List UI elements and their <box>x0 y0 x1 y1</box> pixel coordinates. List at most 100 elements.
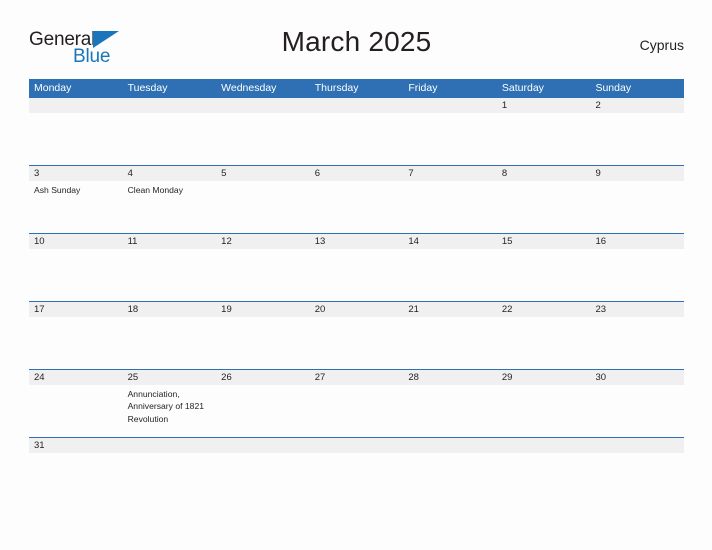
day-event[interactable] <box>29 317 123 369</box>
day-number[interactable]: 11 <box>123 234 217 249</box>
day-event-band <box>29 453 684 473</box>
day-number[interactable]: 24 <box>29 370 123 385</box>
day-event[interactable] <box>590 453 684 473</box>
day-event[interactable] <box>216 113 310 165</box>
day-event[interactable] <box>403 113 497 165</box>
day-event[interactable] <box>590 317 684 369</box>
day-event[interactable] <box>123 249 217 301</box>
day-event[interactable] <box>403 385 497 437</box>
day-number[interactable] <box>123 438 217 453</box>
day-event[interactable]: Annunciation, Anniversary of 1821 Revolu… <box>123 385 217 437</box>
day-event[interactable] <box>590 113 684 165</box>
day-number[interactable] <box>310 438 404 453</box>
day-number[interactable]: 19 <box>216 302 310 317</box>
day-event[interactable] <box>29 113 123 165</box>
day-number[interactable]: 14 <box>403 234 497 249</box>
day-number[interactable]: 25 <box>123 370 217 385</box>
day-event[interactable] <box>497 181 591 233</box>
day-number[interactable]: 12 <box>216 234 310 249</box>
day-event[interactable] <box>403 453 497 473</box>
day-event[interactable] <box>216 181 310 233</box>
day-event[interactable] <box>590 249 684 301</box>
day-event[interactable] <box>310 249 404 301</box>
day-event[interactable] <box>403 317 497 369</box>
weekday-header-thursday: Thursday <box>314 82 359 94</box>
day-event[interactable] <box>403 249 497 301</box>
day-event[interactable] <box>403 181 497 233</box>
day-event-band <box>29 113 684 165</box>
day-event[interactable] <box>310 317 404 369</box>
day-event[interactable] <box>497 453 591 473</box>
day-event[interactable] <box>123 113 217 165</box>
day-number[interactable] <box>403 98 497 113</box>
date-number-band: 10 11 12 13 14 15 16 <box>29 234 684 249</box>
day-number[interactable]: 6 <box>310 166 404 181</box>
day-number[interactable]: 27 <box>310 370 404 385</box>
day-event[interactable] <box>29 453 123 473</box>
day-number[interactable]: 26 <box>216 370 310 385</box>
day-number[interactable]: 17 <box>29 302 123 317</box>
weekday-header-friday: Friday <box>408 82 438 94</box>
day-event[interactable] <box>310 181 404 233</box>
day-number[interactable] <box>310 98 404 113</box>
day-number[interactable]: 4 <box>123 166 217 181</box>
day-number[interactable] <box>29 98 123 113</box>
day-number[interactable]: 7 <box>403 166 497 181</box>
day-number[interactable]: 18 <box>123 302 217 317</box>
day-event[interactable] <box>310 385 404 437</box>
weekday-header-saturday: Saturday <box>501 82 544 94</box>
day-number[interactable]: 13 <box>310 234 404 249</box>
day-number[interactable]: 30 <box>590 370 684 385</box>
day-number[interactable]: 1 <box>497 98 591 113</box>
day-number[interactable]: 9 <box>590 166 684 181</box>
day-number[interactable] <box>403 438 497 453</box>
day-number[interactable]: 31 <box>29 438 123 453</box>
day-event[interactable] <box>497 113 591 165</box>
day-event[interactable]: Clean Monday <box>123 181 217 233</box>
day-event[interactable] <box>216 453 310 473</box>
day-number[interactable]: 16 <box>590 234 684 249</box>
date-number-band: 1 2 <box>29 98 684 113</box>
day-event[interactable] <box>216 317 310 369</box>
day-event[interactable] <box>216 385 310 437</box>
day-event[interactable] <box>123 317 217 369</box>
day-number[interactable]: 21 <box>403 302 497 317</box>
day-number[interactable]: 10 <box>29 234 123 249</box>
day-number[interactable]: 15 <box>497 234 591 249</box>
day-number[interactable]: 22 <box>497 302 591 317</box>
day-number[interactable] <box>216 438 310 453</box>
page-title: March 2025 <box>281 26 432 57</box>
day-event-band <box>29 317 684 369</box>
day-event[interactable] <box>310 453 404 473</box>
day-number[interactable] <box>216 98 310 113</box>
day-event[interactable] <box>29 249 123 301</box>
day-event[interactable] <box>310 113 404 165</box>
day-number[interactable]: 2 <box>590 98 684 113</box>
day-number[interactable] <box>123 98 217 113</box>
day-number[interactable]: 23 <box>590 302 684 317</box>
date-number-band: 3 4 5 6 7 8 9 <box>29 166 684 181</box>
day-number[interactable]: 29 <box>497 370 591 385</box>
day-number[interactable] <box>497 438 591 453</box>
day-event[interactable] <box>497 385 591 437</box>
day-event[interactable] <box>497 249 591 301</box>
day-event[interactable] <box>123 453 217 473</box>
day-event[interactable] <box>216 249 310 301</box>
day-number[interactable]: 5 <box>216 166 310 181</box>
day-event[interactable] <box>29 385 123 437</box>
day-number[interactable]: 3 <box>29 166 123 181</box>
weekday-header-row: Monday Tuesday Wednesday Thursday Friday… <box>29 79 684 97</box>
day-event[interactable]: Ash Sunday <box>29 181 123 233</box>
date-number-band: 31 <box>29 438 684 453</box>
week-row: 17 18 19 20 21 22 23 <box>29 301 684 369</box>
weekday-header-wednesday: Wednesday <box>221 82 277 94</box>
day-event[interactable] <box>590 385 684 437</box>
day-event[interactable] <box>590 181 684 233</box>
day-event[interactable] <box>497 317 591 369</box>
day-number[interactable]: 8 <box>497 166 591 181</box>
week-row: 3 4 5 6 7 8 9 Ash Sunday Clean Monday <box>29 165 684 233</box>
day-number[interactable]: 20 <box>310 302 404 317</box>
day-number[interactable] <box>590 438 684 453</box>
day-event-band: Ash Sunday Clean Monday <box>29 181 684 233</box>
day-number[interactable]: 28 <box>403 370 497 385</box>
